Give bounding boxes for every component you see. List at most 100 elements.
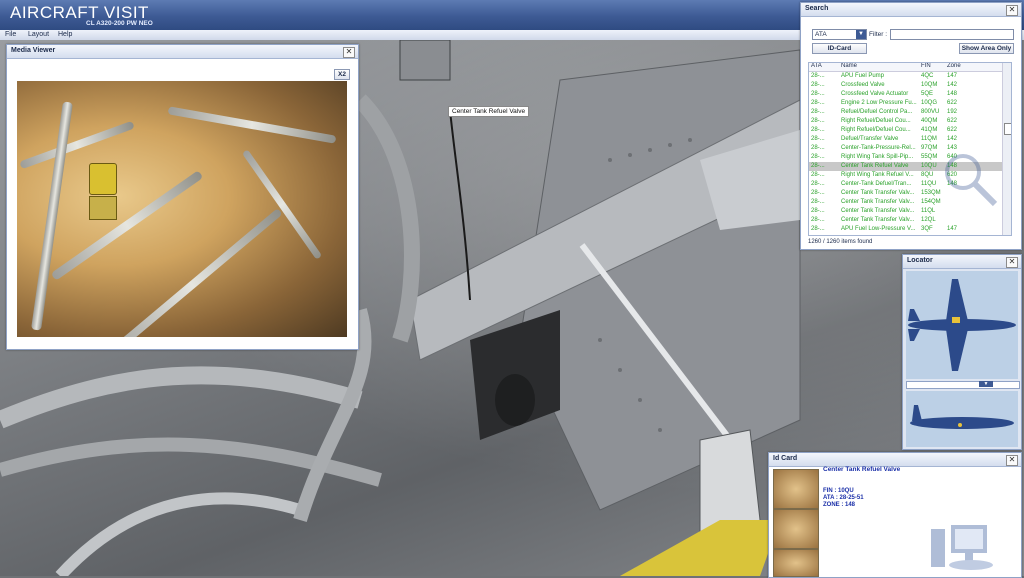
list-cell-fin: 11QL (921, 208, 936, 214)
list-cell-fin: 10QG (921, 100, 938, 106)
id-card-thumbnail[interactable] (773, 469, 819, 509)
id-card-name: Center Tank Refuel Valve (823, 466, 901, 473)
scrollbar-thumb[interactable] (1004, 123, 1011, 135)
list-cell-ata: 28-... (811, 145, 825, 151)
locator-panel: Locator ✕ ▼ (902, 254, 1022, 450)
list-cell-name: APU Fuel Pump (841, 73, 885, 79)
list-cell-ata: 28-... (811, 73, 825, 79)
list-cell-fin: 12QL (921, 217, 936, 223)
list-cell-fin: 11QM (921, 136, 937, 142)
app-subtitle: CL A320-200 PW NEO (86, 20, 153, 27)
list-cell-name: Center Tank Transfer Valv... (841, 190, 915, 196)
list-cell-zone: 622 (947, 127, 958, 133)
list-cell-zone: 142 (947, 136, 958, 142)
col-name[interactable]: Name (841, 63, 857, 71)
media-photo (17, 81, 347, 337)
close-icon[interactable]: ✕ (343, 47, 355, 58)
search-type-value: ATA (815, 31, 827, 38)
list-cell-name: Center Tank Transfer Valv... (841, 208, 915, 214)
list-item[interactable]: 28-... APU Fuel Low-Pressure V... 3QF 147 (809, 225, 1011, 234)
list-cell-fin: 10QM (921, 82, 938, 88)
zoom-x2-button[interactable]: X2 (334, 69, 350, 80)
locator-slider[interactable]: ▼ (906, 381, 1020, 389)
list-cell-name: Crossfeed Valve (841, 82, 885, 88)
list-item[interactable]: 28-... Refuel/Defuel Control Pa... 800VU 19… (809, 108, 1011, 117)
close-icon[interactable]: ✕ (1006, 455, 1018, 466)
search-title: Search (805, 5, 829, 12)
list-cell-ata: 28-... (811, 181, 825, 187)
list-cell-zone: 147 (947, 226, 958, 232)
list-cell-name: Center-Tank-Pressure-Rel... (841, 145, 916, 151)
list-cell-fin: 3QF (921, 226, 933, 232)
list-item[interactable]: 28-... APU Fuel Pump 4QC 147 (809, 72, 1011, 81)
chevron-down-icon[interactable]: ▼ (979, 381, 993, 387)
list-item[interactable]: 28-... Defuel/Transfer Valve 11QM 142 (809, 135, 1011, 144)
list-cell-ata: 28-... (811, 208, 825, 214)
id-card-fin: FIN : 10QU (823, 488, 854, 494)
list-item[interactable]: 28-... Center Tank Transfer Valv... 11QL (809, 207, 1011, 216)
list-cell-name: Defuel/Transfer Valve (841, 136, 899, 142)
col-ata[interactable]: ATA (811, 63, 822, 71)
list-item[interactable]: 28-... Engine 2 Low Pressure Fu... 10QG 622 (809, 99, 1011, 108)
list-cell-name: Center Tank Refuel Valve (841, 163, 909, 169)
filter-label: Filter : (869, 31, 888, 38)
id-card-titlebar[interactable]: Id Card ✕ (769, 453, 1021, 467)
aircraft-top-view-icon[interactable] (906, 271, 1018, 379)
search-footer: 1260 / 1260 items found (808, 239, 873, 245)
list-cell-zone: 147 (947, 73, 958, 79)
list-cell-name: Refuel/Defuel Control Pa... (841, 109, 913, 115)
scene-tooltip: Center Tank Refuel Valve (448, 106, 530, 117)
search-results-list[interactable]: ATA Name FIN Zone 28-... APU Fuel Pump 4QC… (808, 62, 1012, 236)
list-cell-ata: 28-... (811, 100, 825, 106)
list-cell-ata: 28-... (811, 199, 825, 205)
list-cell-ata: 28-... (811, 163, 825, 169)
computer-icon (931, 525, 993, 570)
show-area-only-button[interactable]: Show Area Only (959, 43, 1014, 54)
list-cell-zone: 142 (947, 82, 958, 88)
menu-layout[interactable]: Layout (28, 31, 49, 38)
list-cell-zone: 622 (947, 100, 958, 106)
list-item[interactable]: 28-... Center Tank Transfer Valv... 12QL (809, 216, 1011, 225)
list-cell-name: Center Tank Transfer Valv... (841, 199, 915, 205)
id-card-panel: Id Card ✕ Center Tank Refuel Valve FIN :… (768, 452, 1022, 578)
list-cell-ata: 28-... (811, 217, 825, 223)
media-viewer-title: Media Viewer (11, 47, 56, 54)
close-icon[interactable]: ✕ (1006, 257, 1018, 268)
list-item[interactable]: 28-... Crossfeed Valve Actuator 5QE 148 (809, 90, 1011, 99)
id-card-button[interactable]: ID-Card (812, 43, 867, 54)
list-item[interactable]: 28-... Right Refuel/Defuel Cou... 41QM 622 (809, 126, 1011, 135)
media-viewer-panel: Media Viewer ✕ X2 (6, 44, 359, 350)
locator-titlebar[interactable]: Locator ✕ (903, 255, 1021, 269)
list-cell-ata: 28-... (811, 82, 825, 88)
menu-help[interactable]: Help (58, 31, 72, 38)
list-cell-fin: 800VU (921, 109, 940, 115)
close-icon[interactable]: ✕ (1006, 5, 1018, 16)
id-card-thumbnail[interactable] (773, 509, 819, 549)
list-cell-ata: 28-... (811, 172, 825, 178)
list-cell-zone: 192 (947, 109, 958, 115)
aircraft-side-view-icon[interactable] (906, 391, 1018, 447)
list-cell-name: Right Refuel/Defuel Cou... (841, 118, 911, 124)
col-zone[interactable]: Zone (947, 63, 961, 71)
filter-input[interactable] (890, 29, 1014, 40)
menu-file[interactable]: File (5, 31, 16, 38)
list-scrollbar[interactable] (1002, 63, 1011, 235)
list-cell-ata: 28-... (811, 91, 825, 97)
list-item[interactable]: 28-... Crossfeed Valve 10QM 142 (809, 81, 1011, 90)
list-cell-name: Right Refuel/Defuel Cou... (841, 127, 911, 133)
list-cell-ata: 28-... (811, 109, 825, 115)
id-card-thumbnail[interactable] (773, 549, 819, 577)
magnifier-icon (945, 154, 998, 207)
id-card-title: Id Card (773, 455, 798, 462)
list-cell-ata: 28-... (811, 154, 825, 160)
search-titlebar[interactable]: Search ✕ (801, 3, 1021, 17)
list-cell-zone: 622 (947, 118, 958, 124)
list-cell-name: Crossfeed Valve Actuator (841, 91, 909, 97)
list-cell-fin: 4QC (921, 73, 934, 79)
col-fin[interactable]: FIN (921, 63, 931, 71)
search-type-select[interactable]: ATA ▼ (812, 29, 867, 40)
chevron-down-icon[interactable]: ▼ (856, 30, 866, 39)
list-item[interactable]: 28-... Right Refuel/Defuel Cou... 40QM 622 (809, 117, 1011, 126)
locator-title: Locator (907, 257, 933, 264)
media-viewer-titlebar[interactable]: Media Viewer ✕ (7, 45, 358, 59)
